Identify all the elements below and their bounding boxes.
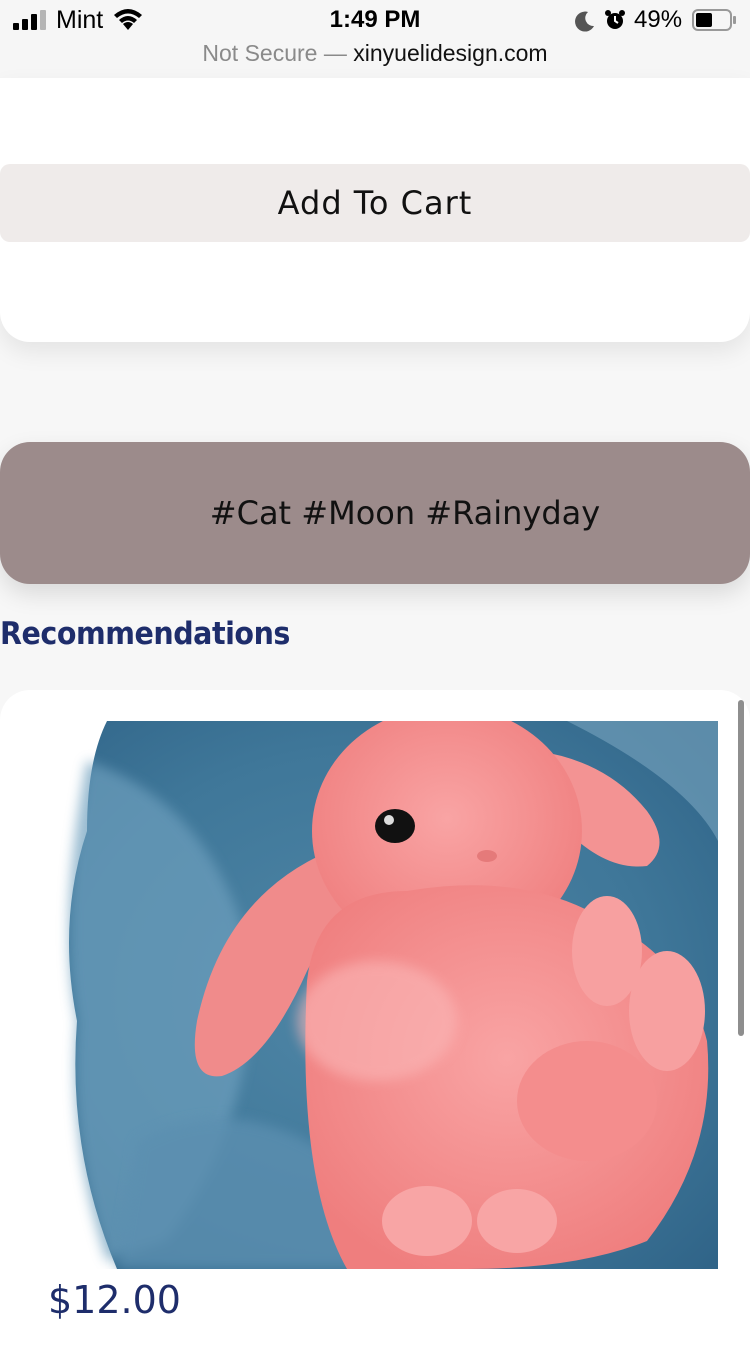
url-domain: xinyuelidesign.com (353, 40, 548, 66)
address-bar[interactable]: Not Secure — xinyuelidesign.com (0, 40, 750, 67)
add-to-cart-button[interactable]: Add To Cart (0, 164, 750, 242)
browser-top-bar: Mint 1:49 PM 49% Not Secure — xinyuelide… (0, 0, 750, 79)
battery-percentage: 49% (634, 6, 683, 33)
alarm-clock-icon (605, 10, 625, 29)
product-price: $12.00 (48, 1278, 181, 1322)
product-purchase-card: Add To Cart (0, 78, 750, 342)
tags-text[interactable]: #Cat #Moon #Rainyday (210, 494, 600, 532)
pink-bunny-painting-image[interactable] (47, 721, 718, 1269)
recommendations-heading: Recommendations (0, 616, 290, 652)
security-warning: Not Secure — (202, 40, 347, 66)
page-scrollbar[interactable] (738, 700, 744, 1036)
status-bar: Mint 1:49 PM 49% (0, 0, 750, 40)
battery-icon (692, 9, 736, 31)
bunny-illustration (47, 721, 718, 1269)
do-not-disturb-moon-icon (575, 11, 594, 32)
tags-banner: #Cat #Moon #Rainyday (0, 442, 750, 584)
recommendation-card[interactable]: $12.00 (0, 690, 750, 1350)
